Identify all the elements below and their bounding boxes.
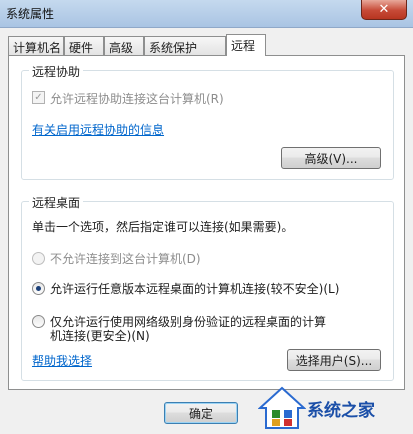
allow-nla-only-radio[interactable]	[32, 315, 45, 328]
allow-any-version-label: 允许运行任意版本远程桌面的计算机连接(较不安全)(L)	[50, 282, 340, 296]
tab-page-remote: 远程协助 ✓ 允许远程协助连接这台计算机(R) 有关启用远程协助的信息 高级(V…	[8, 55, 405, 390]
tab-advanced[interactable]: 高级	[104, 36, 144, 55]
site-watermark: 系统之家	[256, 384, 413, 434]
allow-remote-assistance-checkbox[interactable]: ✓	[32, 91, 45, 104]
remote-assistance-title: 远程协助	[29, 63, 84, 80]
remote-assistance-info-link[interactable]: 有关启用远程协助的信息	[32, 121, 164, 138]
dont-allow-connections-label: 不允许连接到这台计算机(D)	[50, 252, 201, 266]
remote-desktop-title: 远程桌面	[29, 194, 84, 211]
title-bar[interactable]: 系统属性 ✕	[0, 0, 413, 28]
ok-button[interactable]: 确定	[164, 402, 238, 424]
checkmark-icon: ✓	[34, 92, 43, 103]
advanced-button[interactable]: 高级(V)...	[281, 147, 381, 169]
help-me-choose-link[interactable]: 帮助我选择	[32, 352, 92, 369]
house-logo-icon	[258, 386, 306, 429]
dont-allow-connections-radio[interactable]	[32, 252, 45, 265]
remote-desktop-instruction: 单击一个选项，然后指定谁可以连接(如果需要)。	[32, 220, 294, 234]
watermark-text: 系统之家	[307, 401, 375, 421]
radio-selected-dot	[36, 286, 41, 291]
tab-computer-name[interactable]: 计算机名	[8, 36, 64, 55]
select-users-button[interactable]: 选择用户(S)...	[287, 349, 381, 371]
close-icon: ✕	[378, 2, 390, 17]
remote-assistance-group: 远程协助 ✓ 允许远程协助连接这台计算机(R) 有关启用远程协助的信息 高级(V…	[21, 63, 394, 180]
tab-hardware[interactable]: 硬件	[64, 36, 104, 55]
tab-system-protection[interactable]: 系统保护	[144, 36, 226, 55]
allow-remote-assistance-label: 允许远程协助连接这台计算机(R)	[50, 92, 224, 106]
tab-remote[interactable]: 远程	[226, 34, 266, 56]
remote-desktop-group: 远程桌面 单击一个选项，然后指定谁可以连接(如果需要)。 不允许连接到这台计算机…	[21, 194, 394, 381]
allow-nla-only-label-line2: 机连接(更安全)(N)	[50, 329, 150, 343]
allow-any-version-radio[interactable]	[32, 282, 45, 295]
window-title: 系统属性	[6, 7, 55, 21]
close-button[interactable]: ✕	[361, 0, 407, 20]
